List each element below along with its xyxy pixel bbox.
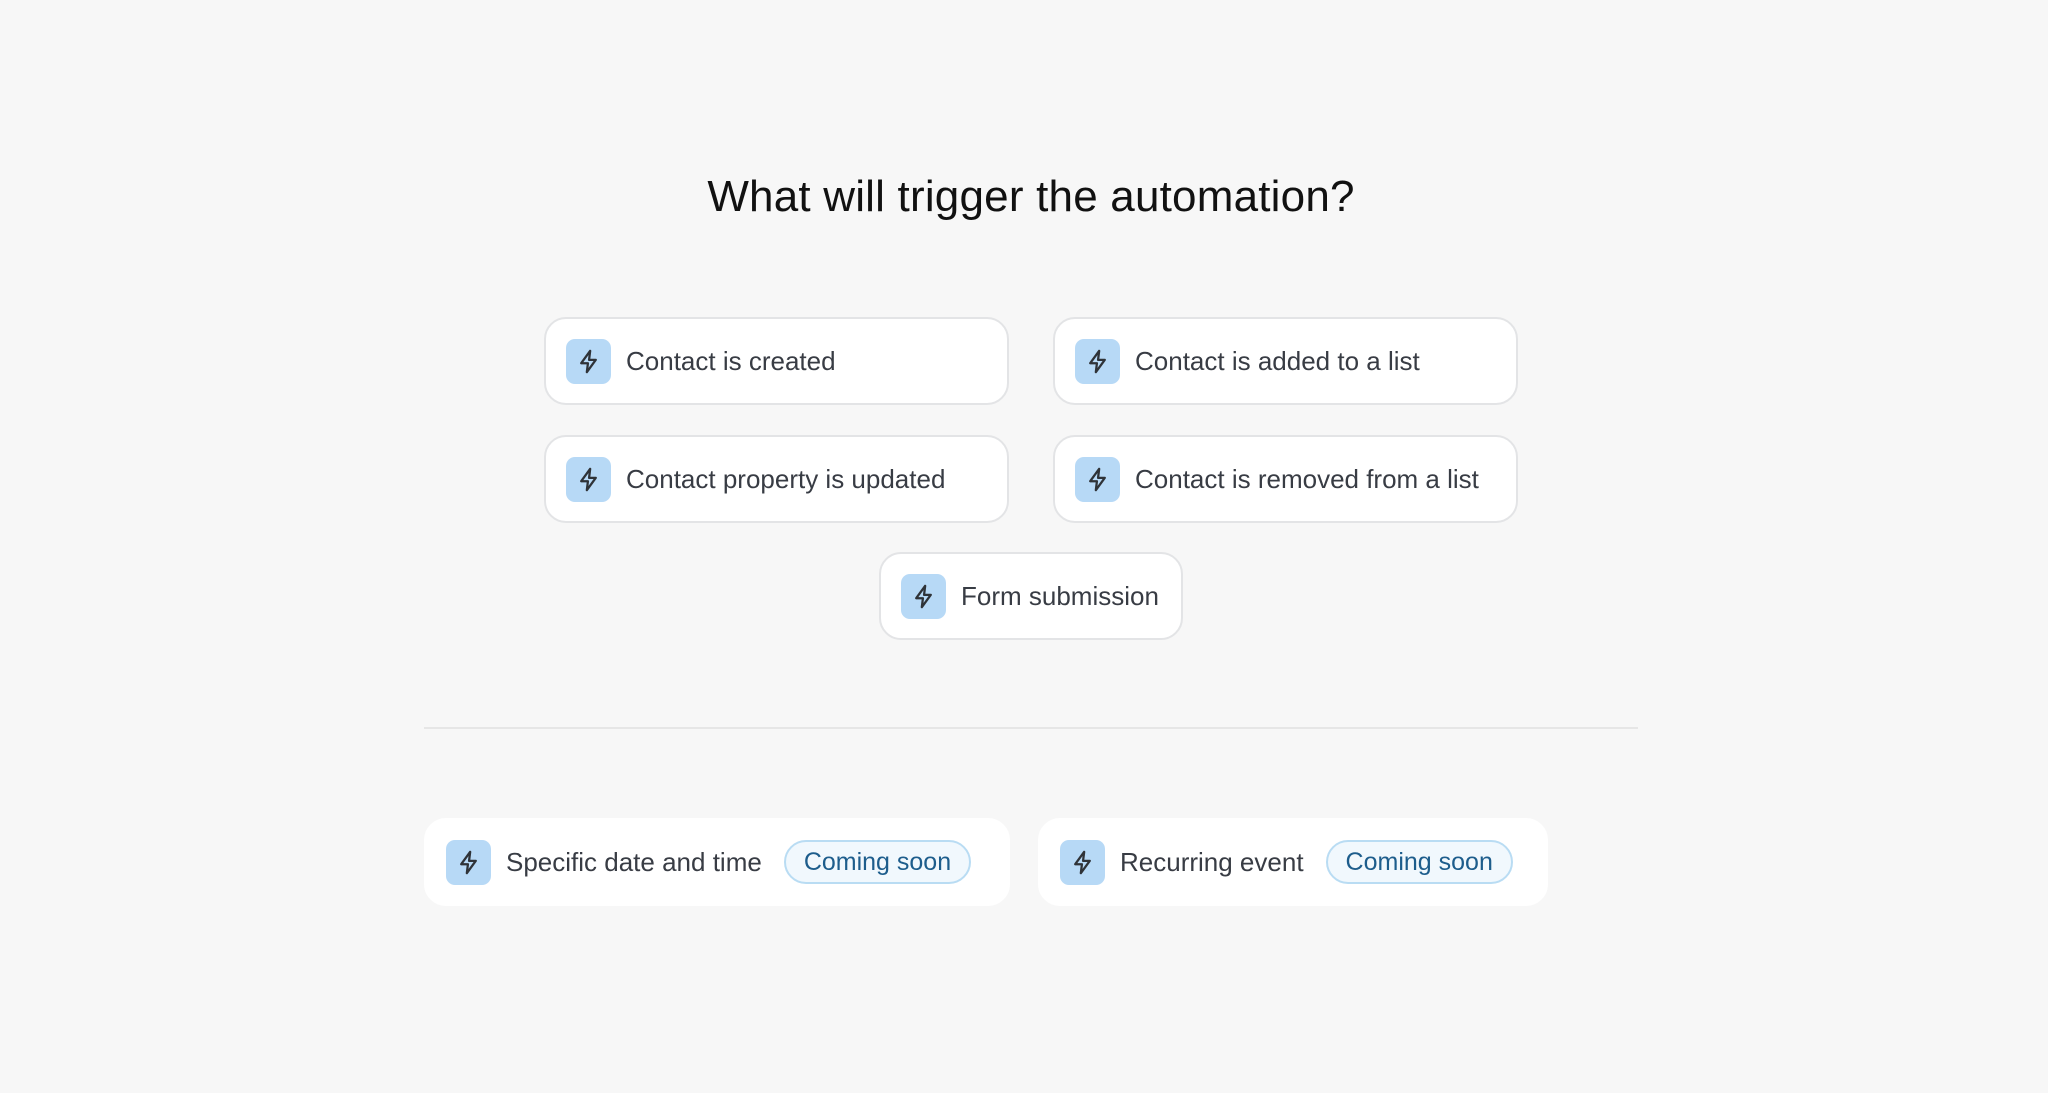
lightning-bolt-icon — [1060, 839, 1105, 885]
section-divider — [424, 727, 1638, 729]
lightning-bolt-icon — [1075, 456, 1120, 502]
trigger-contact-removed-from-list-option[interactable]: Contact is removed from a list — [1053, 435, 1518, 523]
trigger-label: Contact is removed from a list — [1135, 463, 1479, 494]
trigger-label: Contact property is updated — [626, 463, 946, 494]
trigger-label: Form submission — [961, 580, 1159, 611]
trigger-specific-date-time-option: Specific date and time Coming soon — [424, 818, 1010, 906]
trigger-recurring-event-option: Recurring event Coming soon — [1038, 818, 1548, 906]
lightning-bolt-icon — [566, 338, 611, 384]
trigger-contact-property-updated-option[interactable]: Contact property is updated — [544, 435, 1009, 523]
lightning-bolt-icon — [566, 456, 611, 502]
trigger-label: Recurring event — [1120, 846, 1304, 877]
trigger-form-submission-option[interactable]: Form submission — [879, 552, 1183, 640]
coming-soon-badge: Coming soon — [1325, 840, 1513, 884]
trigger-contact-added-to-list-option[interactable]: Contact is added to a list — [1053, 317, 1518, 405]
trigger-contact-created-option[interactable]: Contact is created — [544, 317, 1009, 405]
lightning-bolt-icon — [901, 573, 946, 619]
coming-soon-badge: Coming soon — [783, 840, 972, 884]
trigger-label: Contact is added to a list — [1135, 345, 1420, 376]
page-title: What will trigger the automation? — [707, 172, 1355, 221]
lightning-bolt-icon — [446, 839, 491, 885]
trigger-selection-page: What will trigger the automation? Contac… — [0, 0, 2048, 1093]
trigger-label: Specific date and time — [506, 846, 762, 877]
trigger-label: Contact is created — [626, 345, 836, 376]
lightning-bolt-icon — [1075, 338, 1120, 384]
